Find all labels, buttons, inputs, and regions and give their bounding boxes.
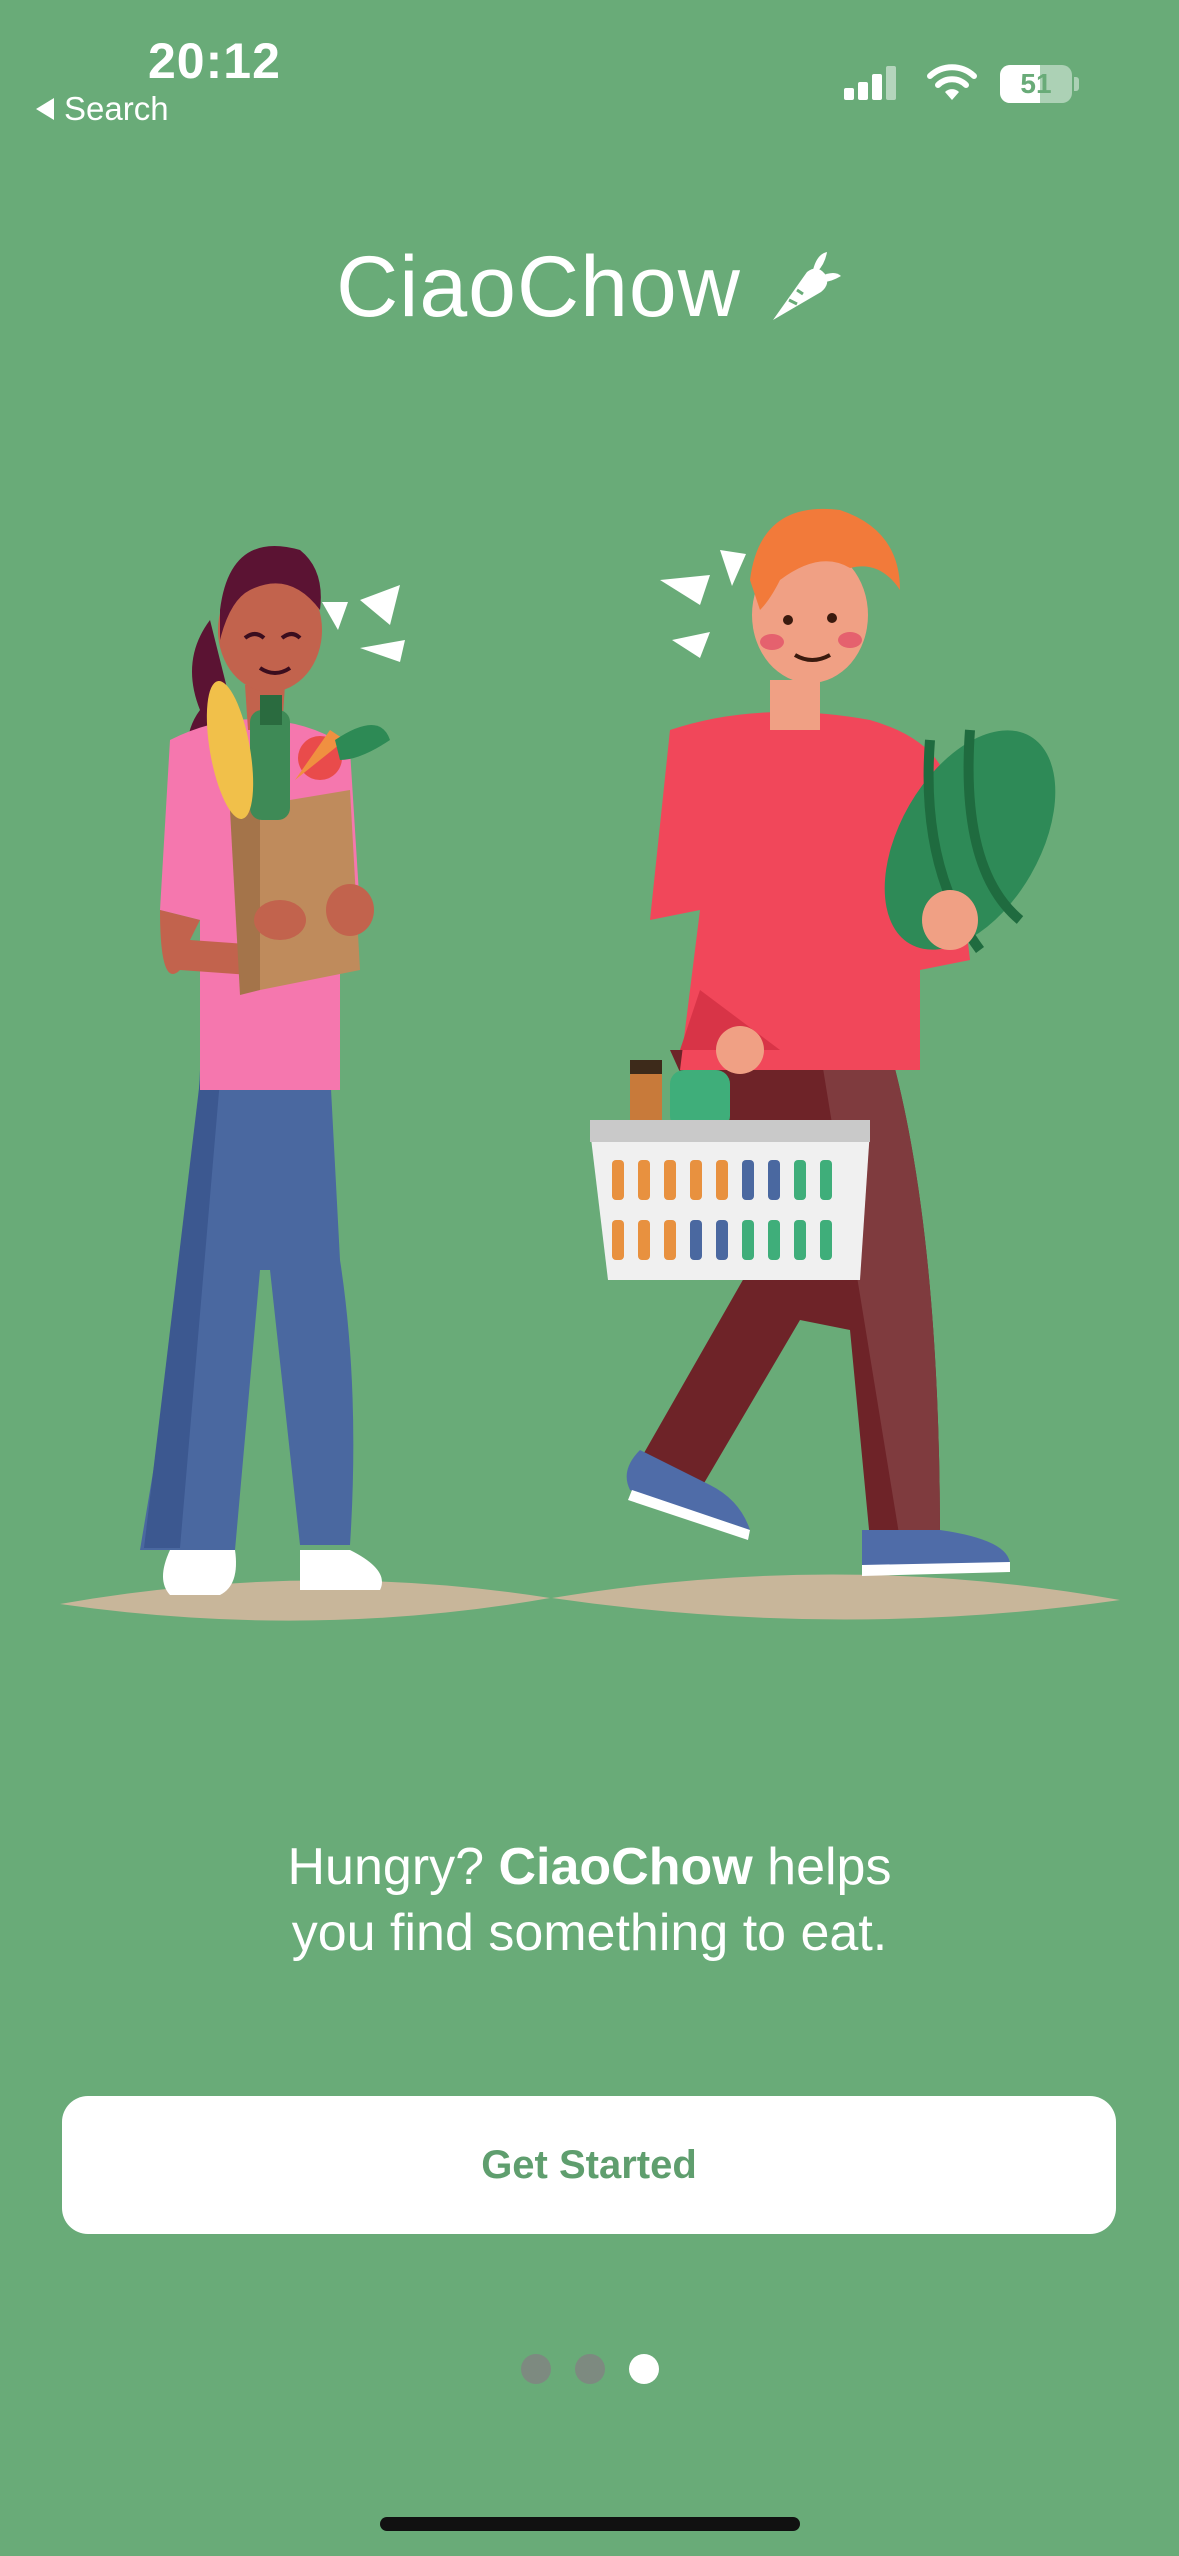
status-icons: 51 (844, 64, 1079, 104)
battery-icon: 51 (1000, 65, 1072, 103)
page-dot-1[interactable] (520, 2354, 551, 2384)
man-figure (590, 508, 1056, 1576)
wifi-icon (927, 64, 977, 100)
home-indicator[interactable] (380, 2517, 800, 2531)
battery-tip (1074, 77, 1079, 91)
page-indicator[interactable] (0, 2354, 1179, 2384)
get-started-button[interactable]: Get Started (62, 2096, 1116, 2234)
tagline-brand: CiaoChow (498, 1838, 753, 1896)
tagline-line-1: Hungry? CiaoChow helps (287, 1838, 892, 1896)
onboarding-tagline: Hungry? CiaoChow helps you find somethin… (0, 1834, 1179, 1966)
carrot-icon (772, 251, 841, 320)
grocery-shoppers-illustration (60, 508, 1120, 1621)
status-time: 20:12 (148, 33, 281, 89)
woman-figure (140, 546, 405, 1595)
page-dot-2[interactable] (574, 2354, 605, 2384)
cellular-signal-icon (844, 66, 896, 100)
ground-shadow-right (552, 1574, 1120, 1620)
page-dot-3-active[interactable] (628, 2354, 659, 2384)
back-link-label: Search (64, 90, 169, 127)
back-to-search-link[interactable]: Search (36, 90, 169, 128)
tagline-line-2: you find something to eat. (291, 1904, 888, 1962)
app-logo: CiaoChow (0, 238, 1179, 337)
battery-level: 51 (1020, 68, 1052, 99)
back-arrow-icon (36, 98, 54, 120)
app-name: CiaoChow (336, 239, 741, 335)
